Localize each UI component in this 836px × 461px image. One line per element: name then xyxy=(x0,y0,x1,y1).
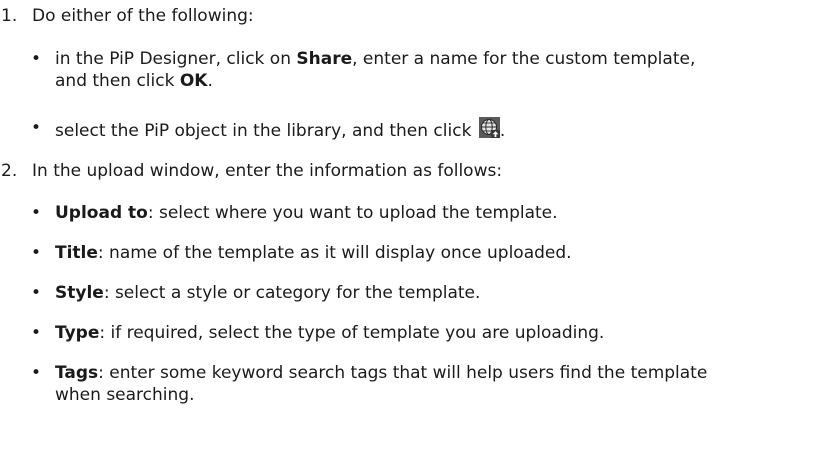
list-item-text: select the PiP object in the library, an… xyxy=(55,117,505,142)
field-term: Type xyxy=(55,323,100,343)
text-segment: . xyxy=(499,121,506,141)
field-term: Tags xyxy=(55,363,99,383)
field-description: : name of the template as it will displa… xyxy=(97,243,572,263)
text-line: in the PiP Designer, click on Share, ent… xyxy=(55,48,695,70)
step-text: Do either of the following: xyxy=(32,6,254,26)
list-item-text: in the PiP Designer, click on Share, ent… xyxy=(55,48,695,92)
field-description: : if required, select the type of templa… xyxy=(99,323,605,343)
list-item-text: Title: name of the template as it will d… xyxy=(55,242,572,264)
step-text: In the upload window, enter the informat… xyxy=(32,161,503,181)
bullet-dot: • xyxy=(30,118,42,138)
text-line: Tags: enter some keyword search tags tha… xyxy=(55,362,707,384)
bullet-dot: • xyxy=(30,49,42,69)
text-line: when searching. xyxy=(55,385,195,405)
globe-upload-icon xyxy=(478,117,500,138)
list-item-text: Style: select a style or category for th… xyxy=(55,282,480,304)
step-number: 2. xyxy=(1,161,18,181)
help-document: 1. Do either of the following: • in the … xyxy=(0,0,836,461)
list-item-text: Type: if required, select the type of te… xyxy=(55,322,604,344)
list-item-text: Tags: enter some keyword search tags tha… xyxy=(55,362,707,406)
field-description: : enter some keyword search tags that wi… xyxy=(98,363,708,383)
field-term: Style xyxy=(55,283,104,303)
text-line: and then click OK. xyxy=(55,70,695,92)
step-number: 1. xyxy=(1,6,18,26)
field-description: : select where you want to upload the te… xyxy=(147,203,558,223)
field-description: : select a style or category for the tem… xyxy=(103,283,481,303)
field-term: Title xyxy=(55,243,98,263)
bullet-dot: • xyxy=(30,363,42,383)
list-item-text: Upload to: select where you want to uplo… xyxy=(55,202,558,224)
text-segment: and then click xyxy=(55,71,180,91)
bullet-dot: • xyxy=(30,323,42,343)
text-segment: select the PiP object in the library, an… xyxy=(55,121,477,141)
ok-term: OK xyxy=(179,71,208,91)
text-segment: , enter a name for the custom template, xyxy=(352,49,696,69)
text-segment: . xyxy=(207,71,213,91)
text-segment: in the PiP Designer, click on xyxy=(55,49,297,69)
bullet-dot: • xyxy=(30,203,42,223)
bullet-dot: • xyxy=(30,283,42,303)
bullet-dot: • xyxy=(30,243,42,263)
field-term: Upload to xyxy=(55,203,148,223)
share-term: Share xyxy=(296,49,353,69)
